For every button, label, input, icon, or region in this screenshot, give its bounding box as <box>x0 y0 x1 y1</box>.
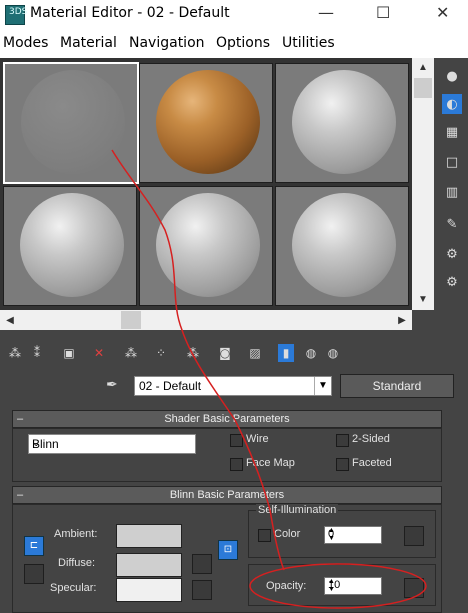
sample-slot-3[interactable] <box>275 63 409 183</box>
slots-horizontal-scrollbar[interactable]: ◀ ▶ <box>0 310 412 330</box>
sample-slots <box>0 58 412 310</box>
backlight-icon[interactable]: ◐ <box>442 94 462 114</box>
sample-type-icon[interactable]: ● <box>442 66 462 86</box>
scroll-right-arrow[interactable]: ▶ <box>392 310 412 330</box>
go-forward-sibling-icon[interactable]: ◍ <box>302 344 320 362</box>
ambient-color-swatch[interactable] <box>116 524 182 548</box>
menu-navigation[interactable]: Navigation <box>129 35 205 51</box>
menu-modes[interactable]: Modes <box>3 35 48 51</box>
eyedropper-icon[interactable]: ✒ <box>106 377 118 393</box>
select-by-material-icon[interactable]: ⚙ <box>442 272 462 292</box>
assign-to-selection-icon[interactable]: ▣ <box>60 344 78 362</box>
sample-slot-1[interactable] <box>3 62 139 184</box>
make-preview-icon[interactable]: ✎ <box>442 214 462 234</box>
opacity-label: Opacity: <box>266 580 307 592</box>
two-sided-checkbox[interactable] <box>336 434 349 447</box>
go-to-parent-icon[interactable]: ▮ <box>278 344 294 362</box>
collapse-icon: – <box>17 489 24 501</box>
lock-icon[interactable]: ⊡ <box>218 540 238 560</box>
show-end-result-icon[interactable]: ▨ <box>246 344 264 362</box>
slots-vertical-scrollbar[interactable]: ▲ ▼ <box>412 58 434 310</box>
put-to-scene-icon[interactable]: ⁑ <box>28 344 46 362</box>
title-bar: 3DS Material Editor - 02 - Default — ☐ ✕ <box>0 0 468 30</box>
shader-dropdown[interactable]: Blinn ⌄ <box>28 434 196 454</box>
get-material-icon[interactable]: ⁂ <box>6 344 24 362</box>
menu-utilities[interactable]: Utilities <box>282 35 335 51</box>
face-map-checkbox[interactable] <box>230 458 243 471</box>
video-color-check-icon[interactable]: ▥ <box>442 182 462 202</box>
minimize-button[interactable]: — <box>318 3 334 22</box>
diffuse-specular-lock-icon[interactable] <box>24 564 44 584</box>
faceted-label: Faceted <box>352 457 392 469</box>
app-icon-label: 3DS <box>9 7 28 17</box>
menu-bar: Modes Material Navigation Options Utilit… <box>0 30 468 59</box>
show-map-icon[interactable]: ◙ <box>216 344 234 362</box>
wire-checkbox[interactable] <box>230 434 243 447</box>
sample-slot-4[interactable] <box>3 186 137 306</box>
window-title: Material Editor - 02 - Default <box>30 5 230 21</box>
specular-map-button[interactable] <box>192 580 212 600</box>
self-illum-color-checkbox[interactable] <box>258 529 271 542</box>
scroll-thumb[interactable] <box>121 311 141 329</box>
self-illum-color-label: Color <box>274 528 301 540</box>
sample-sphere <box>292 70 396 174</box>
blinn-rollout-title: Blinn Basic Parameters <box>169 489 285 501</box>
material-toolbar: ⁂ ⁑ ▣ ✕ ⁂ ⁘ ⁂ ◙ ▨ ▮ ◍ ◍ <box>0 336 468 370</box>
shader-rollout-title: Shader Basic Parameters <box>164 413 290 425</box>
spinner-arrows-icon[interactable]: ▲ ▼ <box>328 527 380 543</box>
diffuse-color-swatch[interactable] <box>116 553 182 577</box>
material-name-value: 02 - Default <box>139 379 202 393</box>
self-illum-map-button[interactable] <box>404 526 424 546</box>
material-name-field[interactable]: 02 - Default ▼ <box>134 376 332 396</box>
two-sided-label: 2-Sided <box>352 433 390 445</box>
app-icon: 3DS <box>5 5 28 25</box>
spinner-arrows-icon[interactable]: ▲ ▼ <box>328 578 380 594</box>
sample-sphere <box>292 193 396 297</box>
diffuse-label: Diffuse: <box>58 557 96 569</box>
reset-map-icon[interactable]: ✕ <box>90 344 108 362</box>
blinn-rollout-header[interactable]: – Blinn Basic Parameters <box>12 486 442 504</box>
sample-slot-6[interactable] <box>275 186 409 306</box>
sample-slot-2[interactable] <box>139 63 273 183</box>
material-id-icon[interactable]: ⁂ <box>184 344 202 362</box>
opacity-spinner[interactable]: 10 ▲ ▼ <box>324 577 382 595</box>
face-map-label: Face Map <box>246 457 295 469</box>
sample-slot-5[interactable] <box>139 186 273 306</box>
specular-color-swatch[interactable] <box>116 578 182 602</box>
sample-sphere <box>156 193 260 297</box>
chevron-down-icon: ⌄ <box>32 438 41 449</box>
ambient-label: Ambient: <box>54 528 98 540</box>
specular-label: Specular: <box>50 582 97 594</box>
menu-options[interactable]: Options <box>216 35 270 51</box>
shader-rollout-header[interactable]: – Shader Basic Parameters <box>12 410 442 428</box>
sample-sphere <box>156 70 260 174</box>
collapse-icon: – <box>17 413 24 425</box>
sample-sphere <box>20 193 124 297</box>
material-map-navigator-icon[interactable]: ◍ <box>324 344 342 362</box>
scroll-thumb[interactable] <box>414 78 432 98</box>
opacity-map-button[interactable] <box>404 578 424 598</box>
maximize-button[interactable]: ☐ <box>376 3 390 22</box>
chevron-down-icon[interactable]: ▼ <box>314 377 331 395</box>
ambient-diffuse-lock-icon[interactable]: ⊏ <box>24 536 44 556</box>
faceted-checkbox[interactable] <box>336 458 349 471</box>
uv-tiling-icon[interactable]: □ <box>442 152 462 172</box>
self-illum-spinner[interactable]: 0 ▲ ▼ <box>324 526 382 544</box>
scroll-left-arrow[interactable]: ◀ <box>0 310 20 330</box>
background-checker-icon[interactable]: ▦ <box>442 122 462 142</box>
scroll-up-arrow[interactable]: ▲ <box>412 58 434 76</box>
wire-label: Wire <box>246 433 269 445</box>
side-toolbar: ● ◐ ▦ □ ▥ ✎ ⚙ ⚙ <box>434 58 468 310</box>
menu-material[interactable]: Material <box>60 35 117 51</box>
diffuse-map-button[interactable] <box>192 554 212 574</box>
scroll-down-arrow[interactable]: ▼ <box>412 290 434 308</box>
material-type-button[interactable]: Standard <box>340 374 454 398</box>
close-button[interactable]: ✕ <box>436 3 449 22</box>
put-to-library-icon[interactable]: ⁘ <box>152 344 170 362</box>
sample-sphere <box>21 70 125 174</box>
self-illumination-title: Self-Illumination <box>256 504 339 516</box>
options-icon[interactable]: ⚙ <box>442 244 462 264</box>
make-unique-icon[interactable]: ⁂ <box>122 344 140 362</box>
